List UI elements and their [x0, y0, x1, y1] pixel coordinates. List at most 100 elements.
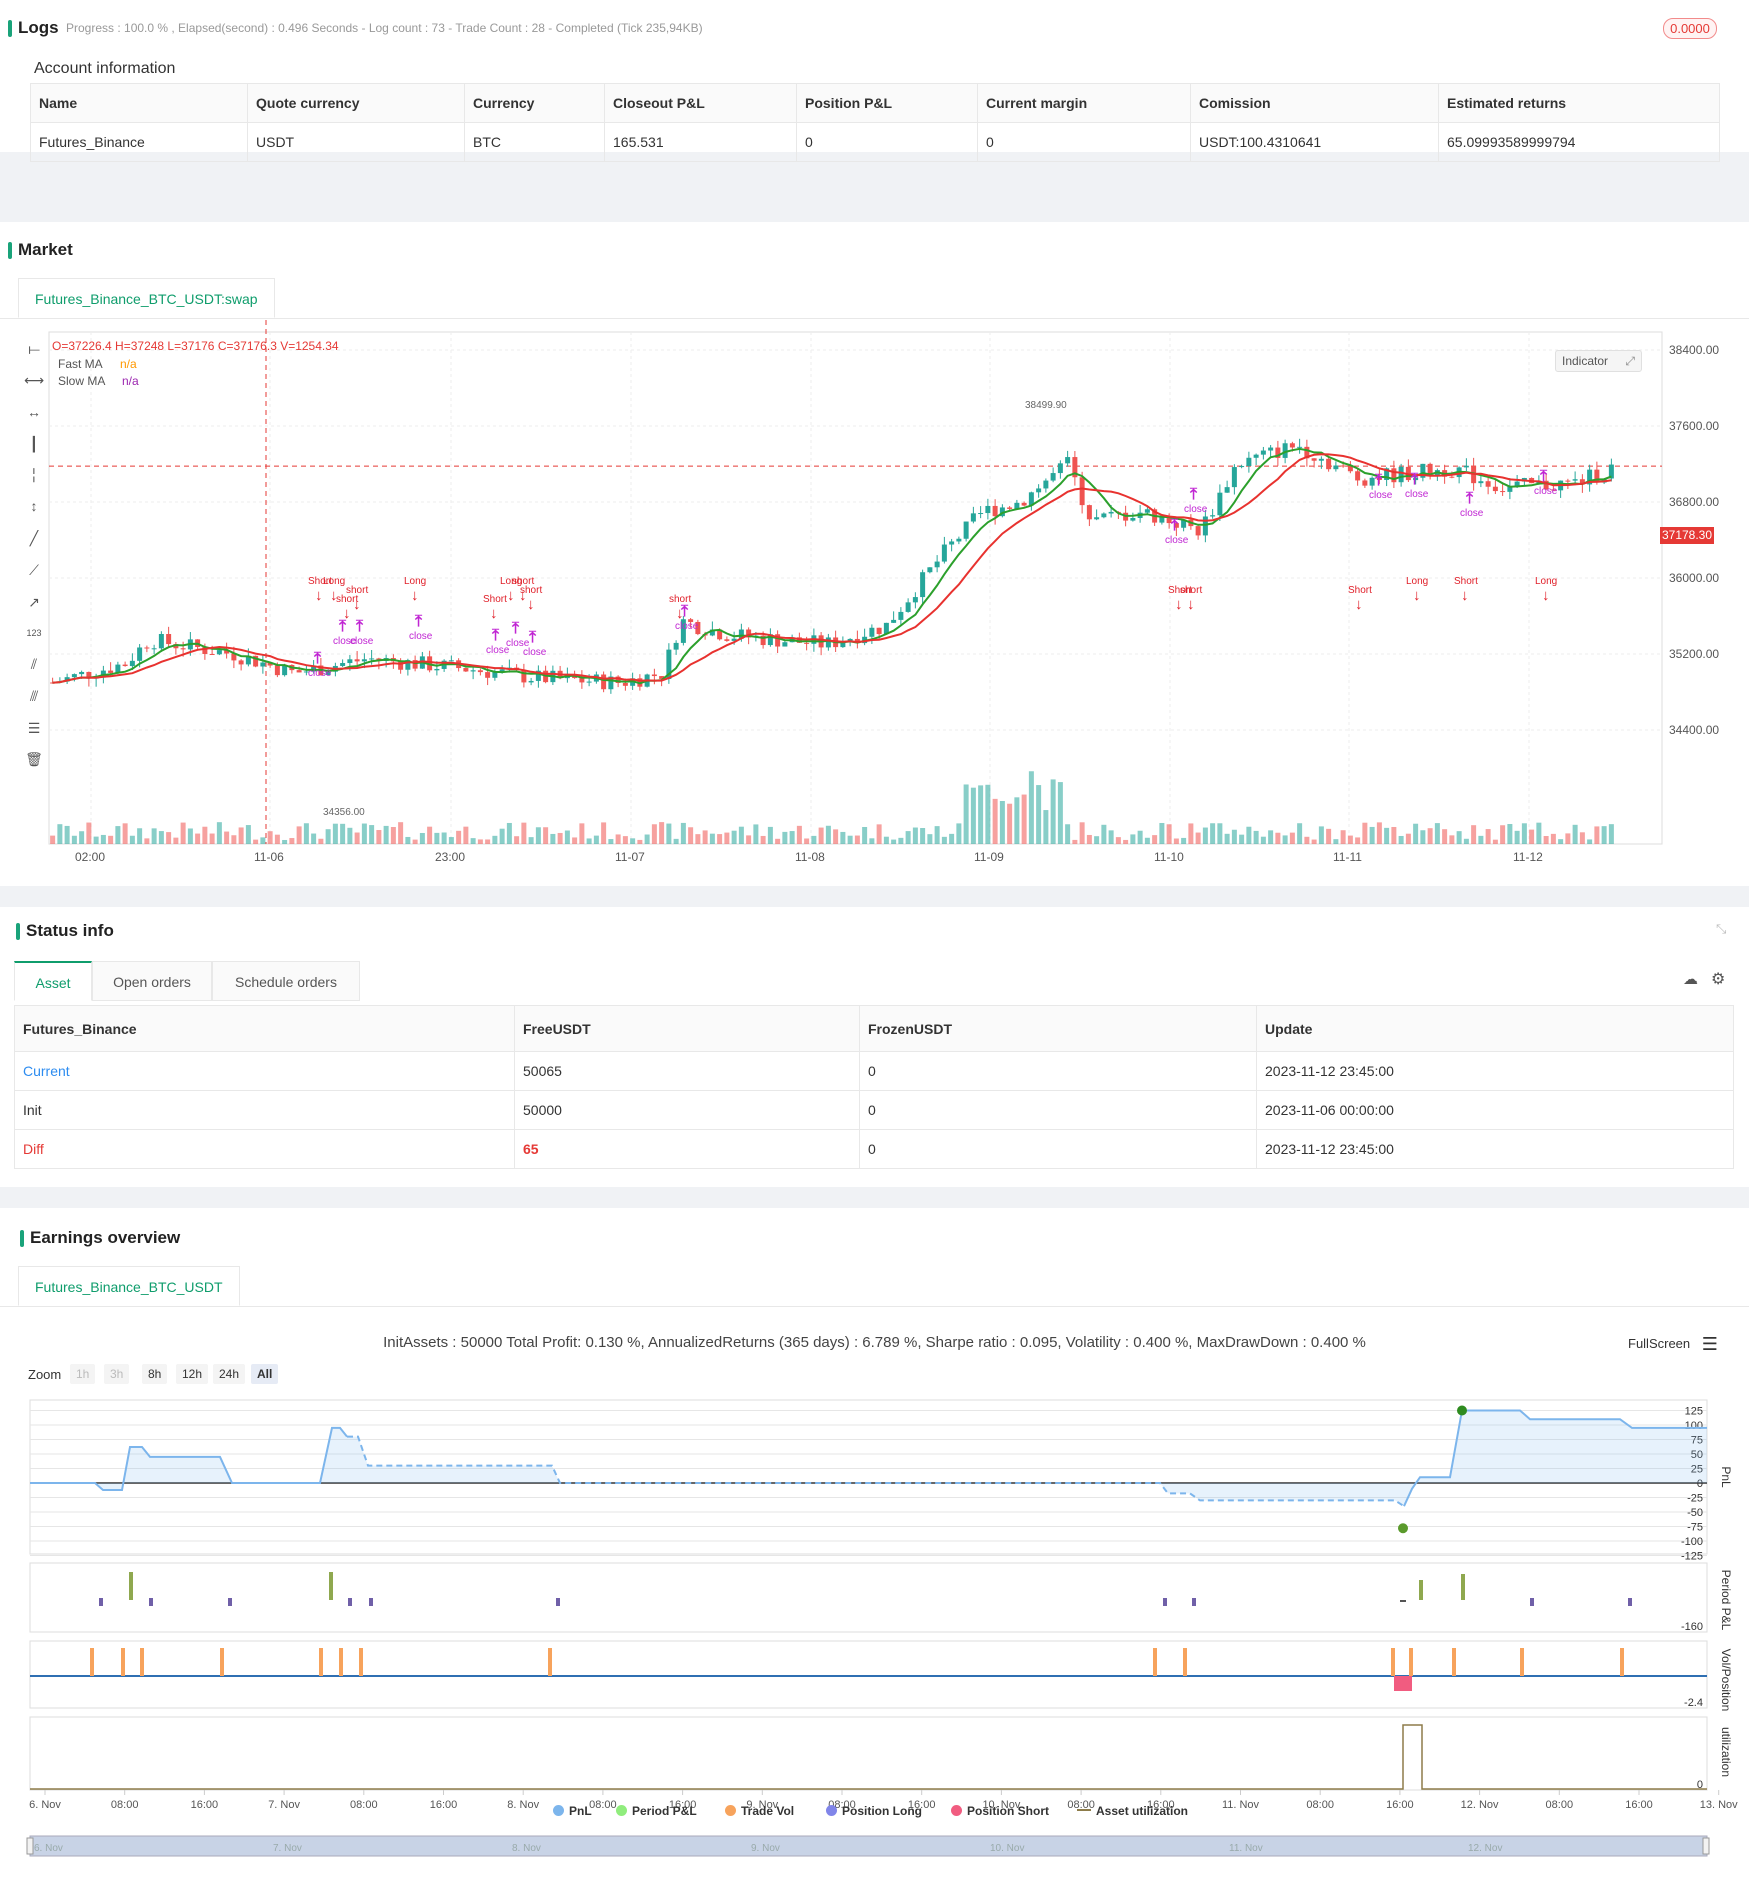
cloud-download-icon[interactable]: ☁: [1683, 970, 1698, 988]
account-header-row: Name Quote currency Currency Closeout P&…: [30, 83, 1720, 123]
candle-body: [1202, 516, 1208, 536]
volume-bar: [1485, 829, 1491, 844]
candle-body: [79, 671, 85, 675]
account-col-currency: Currency: [464, 83, 605, 123]
candle-body: [934, 561, 940, 568]
candle-body: [361, 659, 367, 662]
volume-bar: [514, 836, 520, 844]
volume-bar: [166, 832, 172, 844]
volume-bar: [1159, 822, 1165, 844]
x-tick-label: 11-11: [1333, 850, 1362, 864]
volume-bar: [717, 834, 723, 844]
candle-body: [1050, 473, 1056, 481]
volume-bar: [601, 822, 607, 844]
volume-bar: [1420, 830, 1426, 844]
volume-bar: [383, 825, 389, 844]
asset-row-label[interactable]: Current: [14, 1051, 515, 1091]
candle-body: [470, 670, 476, 672]
signal-close-arrow: ⤒: [528, 629, 537, 646]
volume-bar: [456, 830, 462, 844]
zoom-3h-button[interactable]: 3h: [104, 1364, 130, 1384]
volume-bar: [644, 834, 650, 844]
signal-close-arrow: ⤒: [355, 618, 364, 635]
candle-body: [1065, 457, 1071, 464]
legend-dot: [951, 1805, 962, 1816]
volume-bar: [100, 834, 106, 844]
volume-bar: [985, 784, 991, 844]
candle-body: [1478, 481, 1484, 484]
candle-body: [1260, 450, 1266, 455]
volume-bar: [564, 830, 570, 844]
volume-bar: [412, 839, 418, 844]
tab-open-orders[interactable]: Open orders: [92, 961, 212, 1001]
volume-bar: [71, 835, 77, 844]
legend-dot: [553, 1805, 564, 1816]
candle-body: [1311, 458, 1317, 461]
candle-body: [1079, 477, 1085, 506]
volume-bar: [833, 829, 839, 844]
tab-schedule-orders[interactable]: Schedule orders: [212, 961, 360, 1001]
volume-bar: [158, 831, 164, 844]
candle-body: [1021, 502, 1027, 506]
zoom-12h-button[interactable]: 12h: [176, 1364, 209, 1384]
volume-bar: [296, 826, 302, 844]
zoom-8h-button[interactable]: 8h: [142, 1364, 168, 1384]
legend-position-long[interactable]: Position Long: [826, 1804, 922, 1818]
settings-gear-icon[interactable]: ⚙: [1711, 969, 1725, 989]
volume-bar: [50, 835, 56, 844]
asset-free: 65: [514, 1129, 860, 1169]
volume-bar: [1260, 836, 1266, 844]
volume-bar: [796, 825, 802, 844]
zoom-all-button[interactable]: All: [251, 1364, 279, 1384]
volume-bar: [1057, 782, 1063, 844]
volume-bar: [108, 835, 114, 844]
zoom-24h-button[interactable]: 24h: [213, 1364, 246, 1384]
legend-pnl[interactable]: PnL: [553, 1804, 592, 1818]
asset-free: 50065: [514, 1051, 860, 1091]
legend-position-short[interactable]: Position Short: [951, 1804, 1049, 1818]
signal-close-arrow: ⤒: [1410, 471, 1419, 488]
collapse-icon[interactable]: ⤡: [1716, 921, 1726, 937]
volume-bar: [1036, 785, 1042, 844]
volume-bar: [847, 835, 853, 844]
volume-bar: [927, 834, 933, 844]
fullscreen-button[interactable]: FullScreen ☰: [1628, 1334, 1718, 1355]
legend-label: Position Short: [967, 1804, 1049, 1818]
candle-body: [1108, 511, 1114, 514]
legend-trade-vol[interactable]: Trade Vol: [725, 1804, 794, 1818]
logs-badge[interactable]: 0.0000: [1663, 18, 1717, 39]
volume-bar: [941, 836, 947, 844]
legend-asset-utilization[interactable]: Asset utilization: [1077, 1804, 1188, 1818]
menu-icon: ☰: [1701, 1334, 1718, 1354]
signal-close-label: close: [1534, 486, 1558, 497]
asset-col-frozen: FrozenUSDT: [859, 1005, 1257, 1052]
earnings-tab[interactable]: Futures_Binance_BTC_USDT: [18, 1266, 240, 1306]
x-tick-label: 02:00: [75, 850, 105, 864]
candle-body: [1043, 480, 1049, 489]
volume-bar: [1384, 827, 1390, 844]
kline-chart[interactable]: Short↓Long↓short↓short↓Long↓ Short↓Long↓s…: [0, 222, 1749, 886]
candle-body: [927, 567, 933, 573]
tab-asset[interactable]: Asset: [14, 961, 92, 1001]
asset-update: 2023-11-12 23:45:00: [1256, 1051, 1734, 1091]
volume-bar: [1492, 839, 1498, 844]
volume-bar: [1347, 835, 1353, 844]
asset-col-exchange: Futures_Binance: [14, 1005, 515, 1052]
signal-close-label: close: [1460, 508, 1484, 519]
candle-body: [209, 653, 215, 655]
indicator-button[interactable]: Indicator ⤢: [1555, 350, 1642, 372]
legend-period-pnl[interactable]: Period P&L: [616, 1804, 697, 1818]
asset-frozen: 0: [859, 1051, 1257, 1091]
x-tick-label: 11-12: [1513, 850, 1543, 864]
volume-bar: [1413, 823, 1419, 844]
candle-body: [1101, 513, 1107, 518]
signal-close-arrow: ⤒: [1465, 490, 1474, 507]
asset-frozen: 0: [859, 1129, 1257, 1169]
volume-bar: [731, 830, 737, 844]
zoom-1h-button[interactable]: 1h: [70, 1364, 96, 1384]
signal-short-arrow: ↓: [507, 587, 515, 604]
volume-bar: [267, 831, 273, 844]
volume-bar: [912, 827, 918, 844]
legend-label: Asset utilization: [1096, 1804, 1189, 1818]
signal-label: Long: [1535, 576, 1557, 587]
